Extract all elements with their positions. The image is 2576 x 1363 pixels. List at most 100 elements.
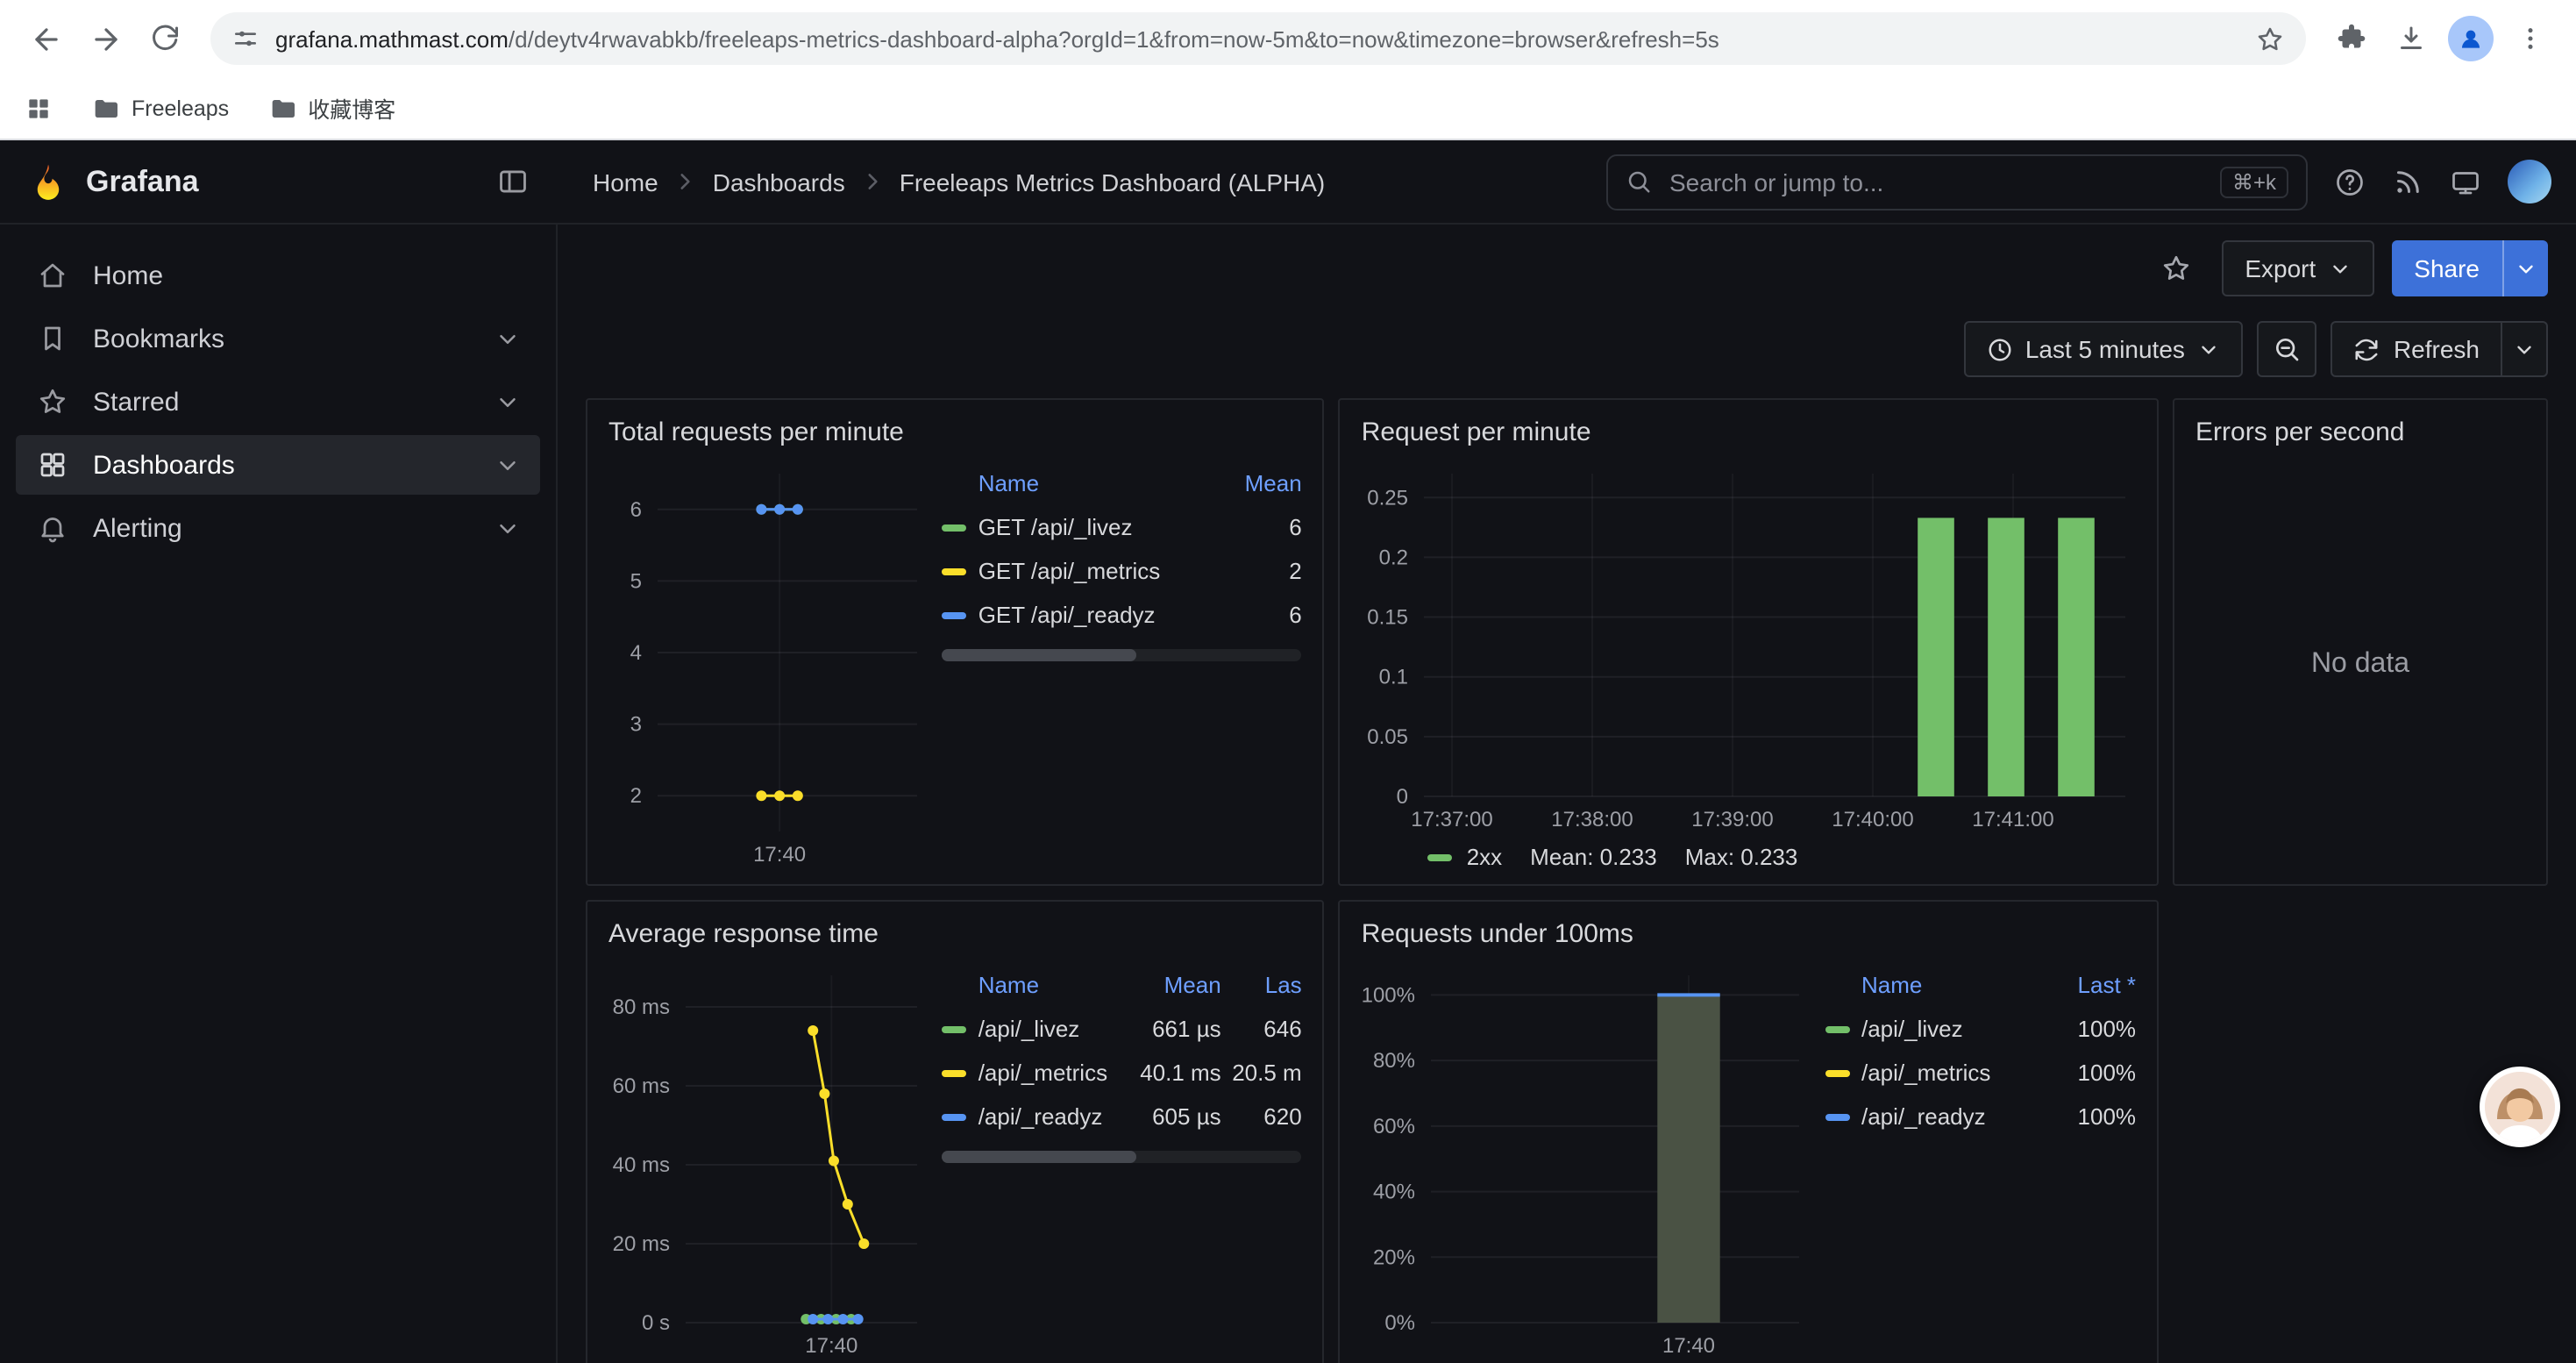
- svg-text:0.1: 0.1: [1379, 666, 1408, 689]
- search-box[interactable]: ⌘+k: [1606, 153, 2308, 210]
- chevron-down-icon[interactable]: [495, 452, 521, 478]
- apps-grid-icon[interactable]: [25, 94, 53, 122]
- grafana-logo[interactable]: [28, 161, 68, 202]
- series-swatch: [1825, 1025, 1849, 1032]
- legend-row: /api/_readyz 605 µs 620: [942, 1095, 1302, 1138]
- panel-title[interactable]: Request per minute: [1362, 409, 2136, 460]
- legend-col-mean[interactable]: Mean: [1113, 971, 1221, 997]
- series-mean: 605 µs: [1113, 1103, 1221, 1130]
- sidebar-item-dashboards[interactable]: Dashboards: [16, 435, 540, 495]
- zoom-out-button[interactable]: [2257, 321, 2316, 377]
- help-icon[interactable]: [2334, 166, 2366, 197]
- series-mean: 6: [1204, 514, 1302, 540]
- chevron-down-icon: [2197, 338, 2220, 360]
- legend-scrollbar[interactable]: [942, 1151, 1302, 1163]
- refresh-interval-caret[interactable]: [2501, 323, 2546, 375]
- bookmark-folder-blogs[interactable]: 收藏博客: [267, 91, 395, 125]
- chevron-down-icon[interactable]: [495, 389, 521, 415]
- grafana-brand: Grafana: [0, 140, 558, 223]
- dock-menu-icon[interactable]: [496, 165, 530, 198]
- app-body: Home Bookmarks Starred: [0, 225, 2576, 1363]
- legend-col-name[interactable]: Name: [1825, 971, 2041, 997]
- legend-col-mean[interactable]: Mean: [1204, 469, 1302, 496]
- zoom-out-icon: [2273, 335, 2301, 363]
- panel-title[interactable]: Requests under 100ms: [1362, 910, 2136, 961]
- series-swatch: [942, 1069, 966, 1076]
- back-button[interactable]: [18, 11, 74, 67]
- svg-text:80%: 80%: [1374, 1049, 1416, 1073]
- legend-col-name[interactable]: Name: [942, 971, 1113, 997]
- legend-col-last[interactable]: Las: [1221, 971, 1302, 997]
- assistant-avatar-widget[interactable]: [2480, 1067, 2560, 1147]
- legend-col-name[interactable]: Name: [942, 469, 1204, 496]
- breadcrumb-dashboards[interactable]: Dashboards: [713, 168, 845, 196]
- time-range-picker[interactable]: Last 5 minutes: [1964, 321, 2243, 377]
- site-info-icon[interactable]: [231, 25, 260, 53]
- news-rss-icon[interactable]: [2392, 166, 2423, 197]
- legend-row: /api/_livez 100%: [1825, 1007, 2136, 1051]
- monitor-icon[interactable]: [2450, 166, 2481, 197]
- export-button[interactable]: Export: [2222, 240, 2373, 296]
- chevron-down-icon[interactable]: [495, 325, 521, 352]
- svg-text:3: 3: [630, 713, 642, 737]
- panel-title[interactable]: Errors per second: [2195, 409, 2525, 460]
- series-toggle[interactable]: /api/_metrics: [942, 1060, 1113, 1086]
- share-button[interactable]: Share: [2391, 240, 2502, 296]
- svg-text:17:40:00: 17:40:00: [1832, 808, 1914, 831]
- star-icon: [35, 386, 70, 417]
- series-toggle[interactable]: /api/_livez: [1825, 1016, 2041, 1042]
- legend-table: Name Mean Las /api/_livez 661 µs 646: [928, 961, 1302, 1361]
- refresh-button[interactable]: Refresh: [2332, 323, 2501, 375]
- forward-button[interactable]: [77, 11, 133, 67]
- clock-icon: [1987, 336, 2013, 362]
- search-input[interactable]: [1666, 166, 2206, 197]
- favorite-star-button[interactable]: [2148, 240, 2204, 296]
- panel-errors-per-second: Errors per second No data: [2173, 398, 2548, 886]
- sidebar-item-alerting[interactable]: Alerting: [16, 498, 540, 558]
- svg-text:0.05: 0.05: [1368, 725, 1409, 749]
- bookmark-folder-freeleaps[interactable]: Freeleaps: [91, 94, 229, 122]
- legend-scrollbar[interactable]: [942, 649, 1302, 661]
- address-bar[interactable]: grafana.mathmast.com/d/deytv4rwavabkb/fr…: [210, 12, 2306, 65]
- bookmark-star-icon[interactable]: [2255, 24, 2285, 54]
- user-avatar[interactable]: [2508, 160, 2551, 203]
- series-mean: 2: [1204, 558, 1302, 584]
- sidebar-item-home[interactable]: Home: [16, 246, 540, 305]
- series-toggle[interactable]: /api/_readyz: [942, 1103, 1113, 1130]
- scrollbar-thumb[interactable]: [942, 649, 1136, 661]
- sidebar-item-starred[interactable]: Starred: [16, 372, 540, 432]
- series-toggle[interactable]: GET /api/_metrics: [942, 558, 1204, 584]
- timeseries-chart: 80 ms60 ms40 ms20 ms0 s17:40: [608, 961, 928, 1361]
- reload-button[interactable]: [137, 11, 193, 67]
- url-domain: grafana.mathmast.com: [275, 25, 509, 52]
- series-toggle[interactable]: GET /api/_livez: [942, 514, 1204, 540]
- share-menu-caret[interactable]: [2502, 240, 2548, 296]
- url-path: /d/deytv4rwavabkb/freeleaps-metrics-dash…: [509, 25, 1719, 52]
- svg-text:40 ms: 40 ms: [613, 1153, 670, 1177]
- browser-profile-avatar[interactable]: [2448, 16, 2494, 61]
- series-name: /api/_readyz: [978, 1103, 1103, 1130]
- panel-title[interactable]: Total requests per minute: [608, 409, 1302, 460]
- legend-col-last[interactable]: Last *: [2041, 971, 2136, 997]
- downloads-button[interactable]: [2383, 11, 2439, 67]
- legend-stats: 2xx Mean: 0.233 Max: 0.233: [1362, 835, 2136, 870]
- series-toggle[interactable]: /api/_readyz: [1825, 1103, 2041, 1130]
- series-toggle[interactable]: GET /api/_readyz: [942, 602, 1204, 628]
- panel-avg-response-time: Average response time 80 ms60 ms40 ms20 …: [586, 900, 1325, 1363]
- series-name[interactable]: 2xx: [1467, 844, 1502, 870]
- series-name: /api/_readyz: [1861, 1103, 1986, 1130]
- scrollbar-thumb[interactable]: [942, 1151, 1136, 1163]
- sidebar-item-bookmarks[interactable]: Bookmarks: [16, 309, 540, 368]
- series-toggle[interactable]: /api/_metrics: [1825, 1060, 2041, 1086]
- browser-menu-button[interactable]: [2502, 11, 2558, 67]
- browser-toolbar: grafana.mathmast.com/d/deytv4rwavabkb/fr…: [0, 0, 2576, 77]
- svg-text:17:38:00: 17:38:00: [1552, 808, 1633, 831]
- series-name: /api/_livez: [978, 1016, 1080, 1042]
- chevron-down-icon[interactable]: [495, 515, 521, 541]
- share-split-button: Share: [2391, 240, 2548, 296]
- series-last: 100%: [2041, 1060, 2136, 1086]
- extensions-button[interactable]: [2323, 11, 2380, 67]
- panel-title[interactable]: Average response time: [608, 910, 1302, 961]
- breadcrumb-home[interactable]: Home: [593, 168, 658, 196]
- series-toggle[interactable]: /api/_livez: [942, 1016, 1113, 1042]
